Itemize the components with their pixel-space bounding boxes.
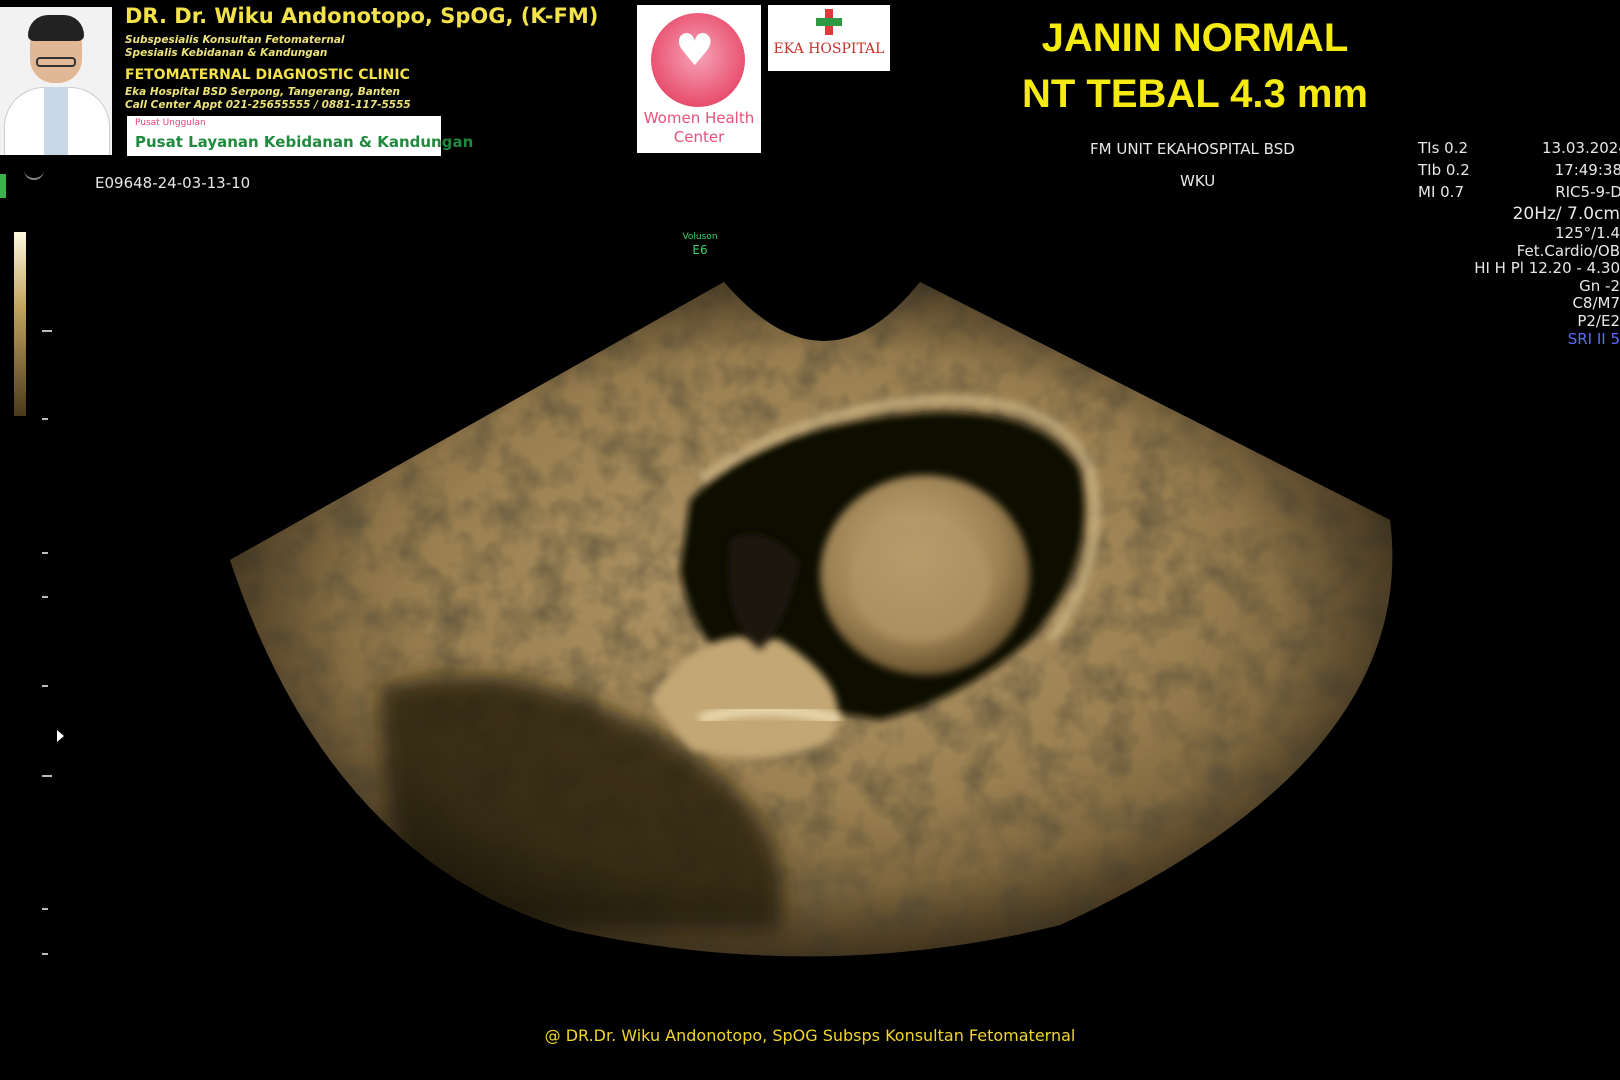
focus-marker-icon	[57, 730, 64, 742]
depth-tick	[42, 775, 52, 777]
clinic-address: Eka Hospital BSD Serpong, Tangerang, Ban…	[125, 86, 411, 112]
p-setting: P2/E2	[1577, 311, 1620, 330]
status-indicator	[0, 174, 6, 198]
unit-label: FM UNIT EKAHOSPITAL BSD	[1090, 140, 1295, 158]
women-health-logo: ♥ Women Health Center	[637, 5, 761, 153]
clinic-banner: Pusat Unggulan Pusat Layanan Kebidanan &…	[127, 116, 473, 156]
eka-name: EKA HOSPITAL	[773, 41, 885, 57]
doctor-subtitle-1: Subspesialis Konsultan Fetomaternal	[125, 34, 345, 46]
grayscale-bar	[14, 232, 26, 416]
eka-hospital-logo: EKA HOSPITAL	[768, 5, 890, 71]
depth-tick	[42, 552, 48, 554]
whc-line-2: Center	[673, 128, 725, 146]
tib-value: TIb 0.2	[1418, 161, 1470, 179]
doctor-subtitle: Subspesialis Konsultan Fetomaternal Spes…	[125, 34, 345, 60]
ultrasound-image	[230, 282, 1393, 957]
clinic-call-center: Call Center Appt 021-25655555 / 0881-117…	[125, 99, 411, 111]
clinic-address-line: Eka Hospital BSD Serpong, Tangerang, Ban…	[125, 86, 400, 98]
depth-tick	[42, 596, 48, 598]
doctor-subtitle-2: Spesialis Kebidanan & Kandungan	[125, 47, 328, 59]
annotation-line-1: JANIN NORMAL	[1041, 16, 1349, 60]
probe-label: Voluson E6	[676, 231, 724, 257]
cross-icon	[816, 9, 842, 35]
clinic-name: FETOMATERNAL DIAGNOSTIC CLINIC	[125, 67, 410, 83]
depth-tick	[42, 908, 48, 910]
acoustic-params: TIs 0.2 TIb 0.2 MI 0.7	[1418, 137, 1470, 203]
banner-small: Pusat Unggulan	[135, 118, 206, 128]
banner-big: Pusat Layanan Kebidanan & Kandungan	[135, 133, 474, 151]
depth-tick	[42, 953, 48, 955]
time-value: 17:49:38	[1554, 161, 1620, 179]
mi-value: MI 0.7	[1418, 183, 1464, 201]
tis-value: TIs 0.2	[1418, 139, 1469, 157]
c-setting: C8/M7	[1572, 294, 1620, 313]
heart-icon: ♥	[675, 25, 715, 76]
gain-value: Gn -2	[1579, 276, 1620, 295]
frame-rate: 20Hz/ 7.0cm	[1512, 204, 1620, 224]
doctor-name: DR. Dr. Wiku Andonotopo, SpOG, (K-FM)	[125, 4, 599, 28]
probe-type: RIC5-9-D	[1555, 183, 1620, 201]
operator-label: WKU	[1180, 172, 1216, 190]
depth-tick	[42, 330, 52, 332]
sri-setting: SRI II 5	[1567, 329, 1620, 348]
copyright-footer: @ DR.Dr. Wiku Andonotopo, SpOG Subsps Ko…	[544, 1026, 1076, 1045]
whc-line-1: Women Health	[643, 109, 755, 127]
probe-model: E6	[692, 243, 708, 257]
date-value: 13.03.2024	[1542, 139, 1620, 157]
angle-value: 125°/1.4	[1554, 224, 1620, 242]
depth-tick	[42, 418, 48, 420]
annotation-line-2: NT TEBAL 4.3 mm	[1022, 72, 1368, 116]
date-time: 13.03.2024 17:49:38 RIC5-9-D	[1542, 137, 1620, 203]
preset-value: Fet.Cardio/OB	[1516, 241, 1620, 260]
harmonic-value: HI H Pl 12.20 - 4.30	[1474, 259, 1620, 278]
depth-tick	[42, 685, 48, 687]
patient-id: E09648-24-03-13-10	[95, 174, 251, 192]
scan-settings: 20Hz/ 7.0cm 125°/1.4 Fet.Cardio/OB HI H …	[1470, 203, 1620, 348]
doctor-photo	[0, 7, 112, 155]
